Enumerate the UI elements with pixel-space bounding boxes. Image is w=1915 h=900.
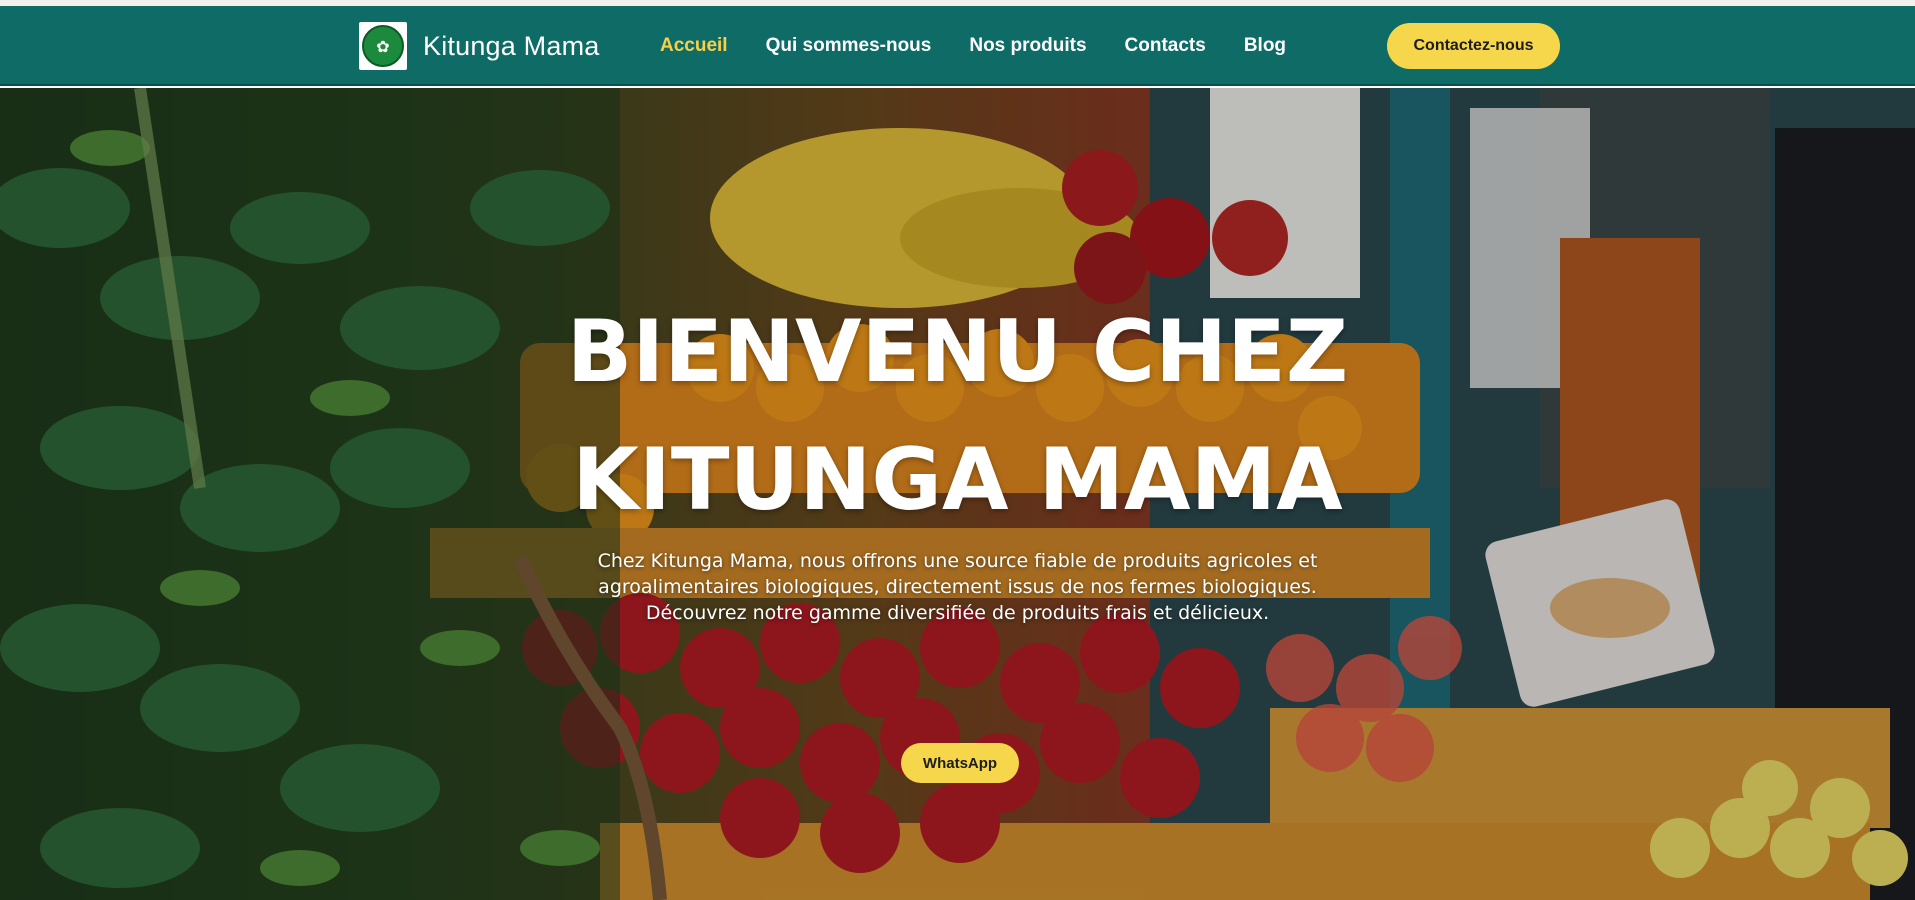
nav-link-nos-produits[interactable]: Nos produits [969, 35, 1086, 57]
main-navigation: Accueil Qui sommes-nous Nos produits Con… [660, 6, 1324, 86]
contact-us-button[interactable]: Contactez-nous [1387, 23, 1560, 69]
nav-link-blog[interactable]: Blog [1244, 35, 1286, 57]
nav-link-qui-sommes-nous[interactable]: Qui sommes-nous [766, 35, 932, 57]
site-header: ✿ Kitunga Mama Accueil Qui sommes-nous N… [0, 6, 1915, 86]
logo-emblem: ✿ [362, 25, 404, 67]
hero-title-line-2: KITUNGA MAMA [572, 430, 1343, 530]
whatsapp-button[interactable]: WhatsApp [901, 743, 1019, 783]
hero-section: BIENVENU CHEZ KITUNGA MAMA Chez Kitunga … [0, 88, 1915, 900]
kitunga-mama-logo-icon: ✿ [359, 22, 407, 70]
hero-title: BIENVENU CHEZ KITUNGA MAMA [0, 288, 1915, 544]
brand[interactable]: ✿ Kitunga Mama [359, 22, 600, 70]
hero-description: Chez Kitunga Mama, nous offrons une sour… [597, 550, 1318, 624]
nav-link-contacts[interactable]: Contacts [1125, 35, 1206, 57]
brand-name: Kitunga Mama [423, 30, 600, 61]
hero-title-line-1: BIENVENU CHEZ [566, 302, 1349, 402]
nav-link-accueil[interactable]: Accueil [660, 35, 728, 57]
